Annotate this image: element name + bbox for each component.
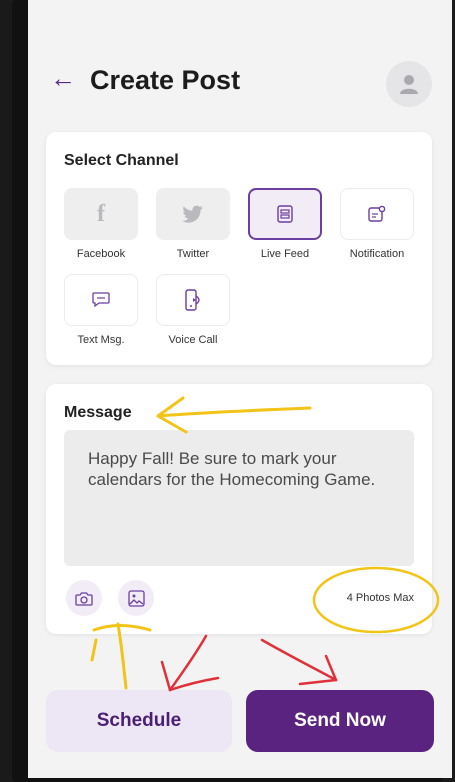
chat-icon <box>92 292 110 308</box>
back-arrow-icon[interactable]: ← <box>50 63 76 94</box>
photos-max-label: 4 Photos Max <box>346 592 414 604</box>
channel-facebook-tile[interactable]: f <box>64 188 138 240</box>
message-textarea[interactable]: Happy Fall! Be sure to mark your calenda… <box>64 430 414 566</box>
page-title: Create Post <box>90 65 241 95</box>
add-camera-photo-button[interactable] <box>66 580 102 616</box>
twitter-icon <box>182 205 203 223</box>
channel-notification-tile[interactable] <box>340 188 414 240</box>
channel-text-msg[interactable]: Text Msg. <box>64 274 138 346</box>
channel-voice-call-tile[interactable] <box>156 274 230 326</box>
avatar[interactable] <box>386 61 432 107</box>
channel-label: Notification <box>349 248 405 260</box>
message-title: Message <box>64 404 132 421</box>
channel-label: Facebook <box>76 248 126 260</box>
send-now-button[interactable]: Send Now <box>246 690 434 752</box>
live-feed-icon <box>277 205 293 223</box>
add-gallery-photo-button[interactable] <box>118 580 154 616</box>
channel-twitter[interactable]: Twitter <box>156 188 230 260</box>
channel-label: Twitter <box>176 248 210 260</box>
channel-label: Live Feed <box>260 248 310 260</box>
notification-icon <box>368 205 386 222</box>
facebook-icon: f <box>97 200 105 227</box>
user-icon <box>400 75 418 94</box>
channel-text-msg-tile[interactable] <box>64 274 138 326</box>
channel-twitter-tile[interactable] <box>156 188 230 240</box>
header: ← Create Post <box>28 55 452 115</box>
channel-label: Text Msg. <box>77 334 125 346</box>
channel-live-feed[interactable]: Live Feed <box>248 188 322 260</box>
image-icon <box>127 589 145 607</box>
message-card: Message Happy Fall! Be sure to mark your… <box>46 384 432 634</box>
schedule-button[interactable]: Schedule <box>46 690 232 752</box>
select-channel-card: Select Channel f Facebook Twitter Live F… <box>46 132 432 365</box>
camera-icon <box>75 591 93 606</box>
select-channel-title: Select Channel <box>64 152 179 169</box>
channel-facebook[interactable]: f Facebook <box>64 188 138 260</box>
app-screen: ← Create Post Select Channel f Facebook … <box>28 0 452 778</box>
channel-notification[interactable]: Notification <box>340 188 414 260</box>
channel-label: Voice Call <box>168 334 218 346</box>
message-text: Happy Fall! Be sure to mark your calenda… <box>88 449 376 489</box>
phone-icon <box>185 289 200 311</box>
channel-voice-call[interactable]: Voice Call <box>156 274 230 346</box>
channel-live-feed-tile[interactable] <box>248 188 322 240</box>
